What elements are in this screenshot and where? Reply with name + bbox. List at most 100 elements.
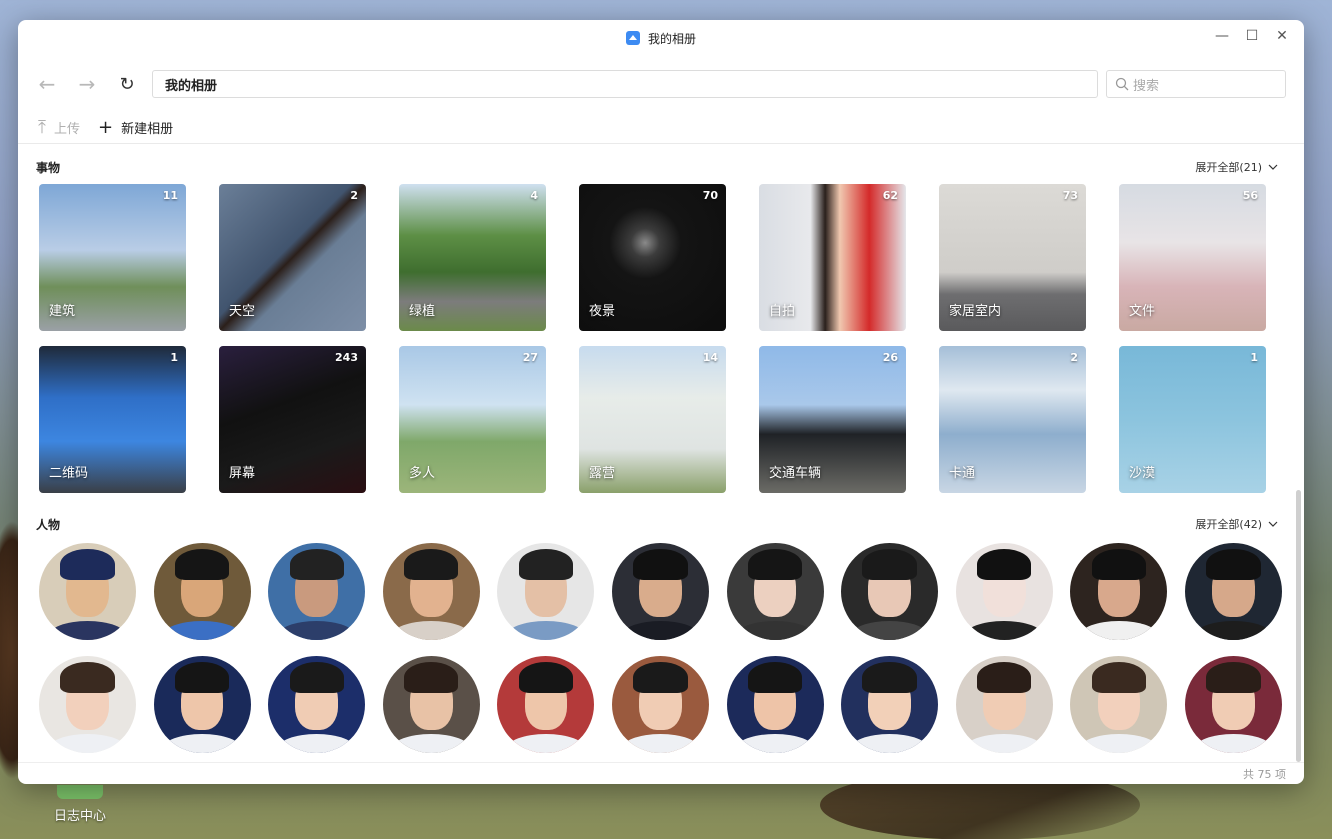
people-expand-all-button[interactable]: 展开全部(42): [1195, 516, 1278, 532]
person-avatar[interactable]: [955, 543, 1053, 640]
window-controls: — ☐ ✕: [1214, 28, 1290, 44]
photo-album-window: 我的相册 — ☐ ✕ ← → ↻ 我的相册 搜索 ⤒ 上传 + 新建相册 事物 …: [18, 20, 1304, 784]
album-count: 62: [882, 189, 898, 202]
upload-button[interactable]: ⤒ 上传: [38, 117, 80, 138]
person-avatar[interactable]: [153, 543, 251, 640]
upload-icon: ⤒: [38, 117, 46, 138]
person-avatar[interactable]: [1184, 656, 1282, 753]
album-count: 243: [335, 351, 358, 364]
album-name: 文件: [1129, 304, 1156, 319]
album-count: 26: [882, 351, 898, 364]
close-icon[interactable]: ✕: [1274, 28, 1290, 44]
total-count: 共 75 项: [1243, 767, 1286, 781]
things-section-header: 事物 展开全部(21): [18, 153, 1304, 181]
album-count: 1: [170, 351, 178, 364]
person-avatar[interactable]: [497, 543, 595, 640]
things-expand-label: 展开全部(21): [1195, 161, 1262, 174]
album-tile[interactable]: 2 天空: [219, 184, 366, 331]
album-tile[interactable]: 73 家居室内: [939, 184, 1086, 331]
album-name: 沙漠: [1129, 466, 1156, 481]
minimize-icon[interactable]: —: [1214, 28, 1230, 44]
maximize-icon[interactable]: ☐: [1244, 28, 1260, 44]
upload-label: 上传: [53, 122, 80, 137]
search-placeholder: 搜索: [1133, 78, 1160, 94]
album-tile[interactable]: 2 卡通: [939, 346, 1086, 493]
album-name: 二维码: [49, 466, 89, 481]
person-avatar[interactable]: [841, 543, 939, 640]
person-avatar[interactable]: [1070, 543, 1168, 640]
album-count: 2: [350, 189, 358, 202]
forward-arrow-icon[interactable]: →: [76, 72, 98, 96]
person-avatar[interactable]: [611, 543, 709, 640]
album-count: 4: [530, 189, 538, 202]
person-avatar[interactable]: [726, 656, 824, 753]
new-album-label: 新建相册: [121, 122, 174, 137]
desktop-icon-label: 日志中心: [54, 809, 107, 824]
people-section-header: 人物 展开全部(42): [18, 510, 1304, 538]
new-album-button[interactable]: + 新建相册: [98, 117, 173, 138]
person-avatar[interactable]: [382, 656, 480, 753]
album-count: 70: [702, 189, 718, 202]
navigation-bar: ← → ↻ 我的相册 搜索: [18, 56, 1304, 112]
status-footer: 共 75 项: [18, 762, 1304, 784]
album-name: 交通车辆: [769, 466, 822, 481]
toolbar: ⤒ 上传 + 新建相册: [18, 112, 1304, 144]
desktop-icon-log-center[interactable]: 日志中心: [54, 785, 106, 824]
album-tile[interactable]: 1 沙漠: [1119, 346, 1266, 493]
album-count: 14: [702, 351, 718, 364]
person-avatar[interactable]: [611, 656, 709, 753]
album-count: 1: [1250, 351, 1258, 364]
person-avatar[interactable]: [1184, 543, 1282, 640]
back-arrow-icon[interactable]: ←: [36, 72, 58, 96]
album-count: 27: [522, 351, 538, 364]
album-name: 夜景: [589, 304, 616, 319]
album-count: 2: [1070, 351, 1078, 364]
album-name: 屏幕: [229, 466, 256, 481]
album-count: 56: [1242, 189, 1258, 202]
search-input[interactable]: 搜索: [1106, 70, 1286, 98]
vertical-scrollbar[interactable]: [1296, 490, 1301, 762]
album-tile[interactable]: 1 二维码: [39, 346, 186, 493]
album-tile[interactable]: 243 屏幕: [219, 346, 366, 493]
album-tile[interactable]: 27 多人: [399, 346, 546, 493]
things-section-title: 事物: [36, 160, 61, 175]
search-icon: [1115, 77, 1129, 91]
chevron-down-icon: [1268, 164, 1278, 170]
person-avatar[interactable]: [268, 543, 366, 640]
album-name: 多人: [409, 466, 436, 481]
person-avatar[interactable]: [726, 543, 824, 640]
photo-app-icon: [625, 31, 640, 45]
album-tile[interactable]: 26 交通车辆: [759, 346, 906, 493]
person-avatar[interactable]: [1070, 656, 1168, 753]
refresh-icon[interactable]: ↻: [116, 73, 138, 95]
album-tile[interactable]: 11 建筑: [39, 184, 186, 331]
person-avatar[interactable]: [39, 656, 136, 753]
album-name: 建筑: [49, 304, 76, 319]
things-expand-all-button[interactable]: 展开全部(21): [1195, 159, 1278, 175]
album-name: 卡通: [949, 466, 976, 481]
title-bar: 我的相册 — ☐ ✕: [18, 20, 1304, 56]
album-tile[interactable]: 62 自拍: [759, 184, 906, 331]
log-center-icon: [57, 785, 103, 799]
album-content: 事物 展开全部(21) 11 建筑 2 天空 4 绿植 70 夜景 62 自拍 73 家居室内 56 文件…: [18, 153, 1304, 762]
person-avatar[interactable]: [955, 656, 1053, 753]
things-grid: 11 建筑 2 天空 4 绿植 70 夜景 62 自拍 73 家居室内 56 文件 1 二维码 243 屏幕 27 多…: [18, 181, 1304, 493]
album-name: 绿植: [409, 304, 436, 319]
person-avatar[interactable]: [153, 656, 251, 753]
album-tile[interactable]: 70 夜景: [579, 184, 726, 331]
album-count: 11: [162, 189, 178, 202]
album-name: 家居室内: [949, 304, 1002, 319]
person-avatar[interactable]: [39, 543, 136, 640]
people-expand-label: 展开全部(42): [1195, 518, 1262, 531]
person-avatar[interactable]: [497, 656, 595, 753]
album-tile[interactable]: 56 文件: [1119, 184, 1266, 331]
album-name: 天空: [229, 304, 256, 319]
album-tile[interactable]: 14 露营: [579, 346, 726, 493]
person-avatar[interactable]: [382, 543, 480, 640]
people-section-title: 人物: [36, 517, 61, 532]
person-avatar[interactable]: [841, 656, 939, 753]
path-input[interactable]: 我的相册: [152, 70, 1098, 98]
person-avatar[interactable]: [268, 656, 366, 753]
album-tile[interactable]: 4 绿植: [399, 184, 546, 331]
window-title: 我的相册: [647, 31, 696, 46]
